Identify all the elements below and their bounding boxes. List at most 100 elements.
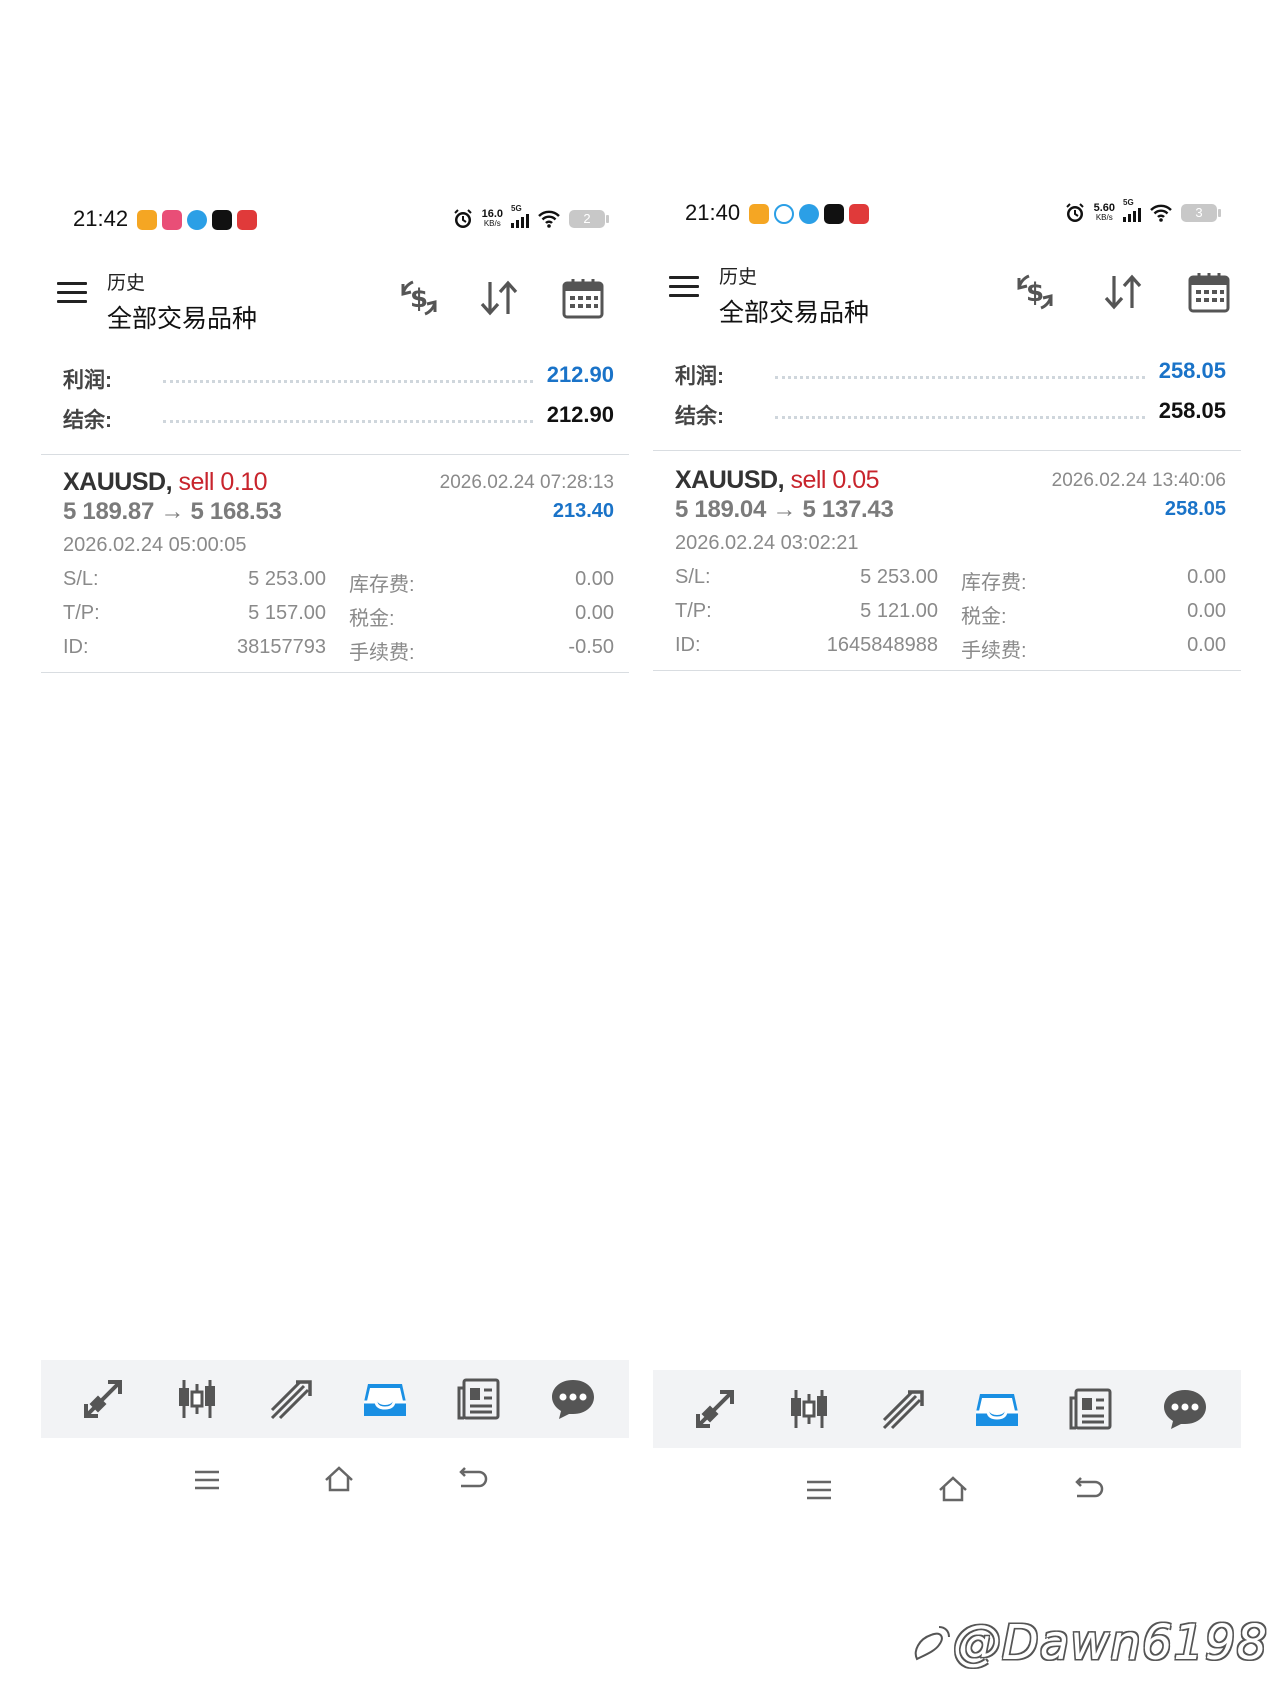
tax-value: 0.00 [1187,600,1226,622]
summary-panel: 利润: 258.05 结余: 258.05 [653,352,1241,432]
trade-icon[interactable] [878,1384,928,1434]
news-icon[interactable] [454,1374,504,1424]
deal-item[interactable]: XAUUSD, sell 0.10 5 189.87 → 5 168.53 20… [41,462,629,672]
status-bar: 21:42 16.0 KB/s 5G 2 [41,200,629,240]
app-notification-icon [187,210,207,230]
recents-icon[interactable] [801,1472,837,1508]
status-time: 21:40 [685,200,741,225]
signal-icon: 5G [511,204,529,228]
title-block[interactable]: 历史 全部交易品种 [719,262,869,329]
chart-icon[interactable] [784,1384,834,1434]
deal-open-time: 2026.02.24 03:02:21 [675,532,859,554]
svg-text:$: $ [410,284,428,314]
deal-symbol-line: XAUUSD, sell 0.05 [675,466,880,495]
quotes-icon[interactable] [690,1384,740,1434]
tp-label: T/P: [675,600,712,622]
deal-item[interactable]: XAUUSD, sell 0.05 5 189.04 → 5 137.43 20… [653,460,1241,670]
status-indicators: 16.0 KB/s 5G 2 [452,204,609,230]
home-icon[interactable] [321,1462,357,1498]
watermark: @Dawn6198 [909,1615,1268,1671]
balance-label: 结余: [63,409,112,432]
deal-symbol: XAUUSD, [675,466,785,494]
history-icon[interactable] [360,1374,410,1424]
home-icon[interactable] [935,1472,971,1508]
deal-symbol: XAUUSD, [63,468,173,496]
price-arrow: → [160,498,185,525]
chat-icon[interactable] [1160,1384,1210,1434]
recents-icon[interactable] [189,1462,225,1498]
quotes-icon[interactable] [78,1374,128,1424]
sl-label: S/L: [675,566,711,588]
app-notification-icon [774,204,794,224]
dotted-leader [775,416,1145,419]
profit-label: 利润: [675,365,724,388]
back-icon[interactable] [1069,1472,1105,1508]
history-icon[interactable] [972,1384,1022,1434]
profit-row: 利润: 258.05 [653,352,1241,392]
deal-open-time: 2026.02.24 05:00:05 [63,534,247,556]
summary-panel: 利润: 212.90 结余: 212.90 [41,356,629,436]
deal-prices: 5 189.04 → 5 137.43 [675,496,894,524]
chart-icon[interactable] [172,1374,222,1424]
open-price: 5 189.04 [675,496,767,523]
profit-value: 258.05 [1158,358,1226,383]
sort-icon[interactable] [477,276,521,320]
net-speed: 16.0 KB/s [481,208,503,229]
deal-close-time: 2026.02.24 13:40:06 [1051,470,1226,491]
tp-value: 5 121.00 [860,600,938,622]
tax-value: 0.00 [575,602,614,624]
sort-icon[interactable] [1101,270,1145,314]
balance-label: 结余: [675,405,724,428]
top-bar: 历史 全部交易品种 $ [653,256,1241,329]
divider [653,450,1241,451]
profit-label: 利润: [63,369,112,392]
trade-icon[interactable] [266,1374,316,1424]
weibo-logo-icon [914,1626,950,1661]
tp-label: T/P: [63,602,100,624]
swap-label: 库存费: [349,574,415,596]
tiktok-icon [824,204,844,224]
divider [41,672,629,673]
page-subtitle: 历史 [719,267,758,288]
bottom-nav [41,1360,629,1438]
calendar-icon[interactable] [561,276,605,320]
news-icon[interactable] [1066,1384,1116,1434]
sl-value: 5 253.00 [248,568,326,590]
title-block[interactable]: 历史 全部交易品种 [107,268,257,335]
net-speed: 5.60 KB/s [1093,202,1115,223]
balance-row: 结余: 212.90 [41,396,629,436]
divider [653,670,1241,671]
deal-row-tp: T/P: 5 121.00 税金: 0.00 [675,600,1226,630]
deal-row-sl: S/L: 5 253.00 库存费: 0.00 [675,566,1226,596]
deal-row-tp: T/P: 5 157.00 税金: 0.00 [63,602,614,632]
price-arrow: → [772,496,797,523]
status-indicators: 5.60 KB/s 5G 3 [1064,198,1221,224]
balance-value: 212.90 [546,402,614,427]
dotted-leader [163,420,533,423]
chat-icon[interactable] [548,1374,598,1424]
status-time: 21:42 [73,206,129,231]
swap-value: 0.00 [1187,566,1226,588]
app-notification-icon [162,210,182,230]
app-notification-icon [799,204,819,224]
profit-row: 利润: 212.90 [41,356,629,396]
deal-row-id: ID: 1645848988 手续费: 0.00 [675,634,1226,664]
notification-icons [137,210,257,230]
calendar-icon[interactable] [1187,270,1231,314]
currency-exchange-icon[interactable]: $ [397,276,441,320]
app-notification-icon [749,204,769,224]
signal-icon: 5G [1123,198,1141,222]
system-nav [41,1462,629,1502]
deal-row-sl: S/L: 5 253.00 库存费: 0.00 [63,568,614,598]
wifi-icon [538,210,560,228]
top-bar: 历史 全部交易品种 $ [41,262,629,335]
menu-icon[interactable] [669,276,699,300]
back-icon[interactable] [453,1462,489,1498]
notification-icons [749,204,869,224]
alarm-icon [1065,203,1084,222]
currency-exchange-icon[interactable]: $ [1013,270,1057,314]
deal-profit: 258.05 [1164,498,1226,520]
fee-label: 手续费: [961,640,1027,662]
menu-icon[interactable] [57,282,87,306]
tp-value: 5 157.00 [248,602,326,624]
